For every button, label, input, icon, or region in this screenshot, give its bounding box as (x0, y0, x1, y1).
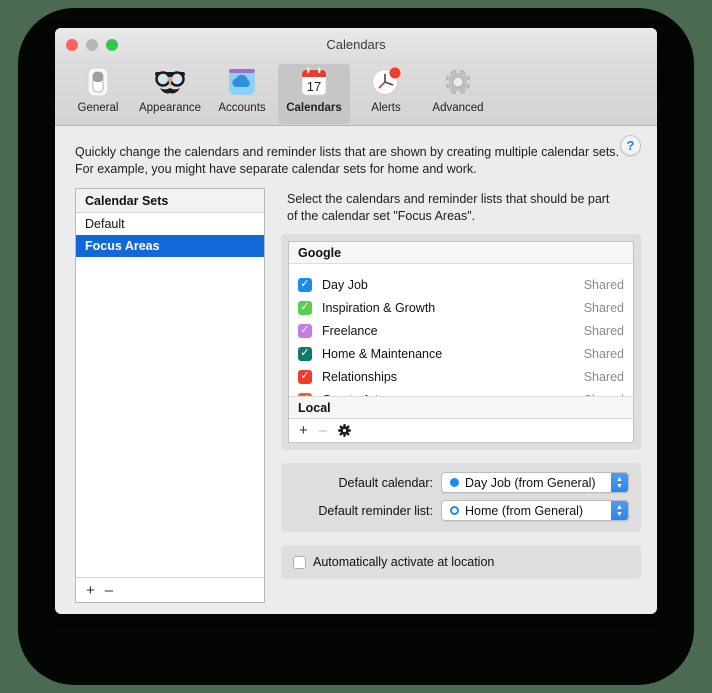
calendar-shared-badge: Shared (583, 346, 624, 361)
calendar-icon: 17 (296, 66, 332, 100)
toolbar-item-label: Accounts (218, 102, 266, 114)
calendar-checkbox[interactable]: ✓ (298, 300, 312, 315)
preferences-window: Calendars General Appearance Accounts 17… (55, 28, 657, 614)
calendar-name: Freelance (322, 323, 378, 338)
auto-activate-box: Automatically activate at location (281, 545, 641, 579)
toolbar-item-label: Appearance (138, 102, 202, 114)
default-reminder-value: Home (from General) (465, 503, 584, 518)
add-calendar-set-button[interactable]: + (86, 583, 95, 598)
toolbar-item-alerts[interactable]: Alerts (350, 64, 422, 124)
calendar-sets-header: Calendar Sets (76, 189, 264, 213)
calendar-list-footer: + – (289, 418, 633, 442)
default-reminder-label: Default reminder list: (318, 503, 433, 518)
clock-icon (368, 66, 404, 100)
calendar-shared-badge: Shared (584, 393, 624, 397)
table-row[interactable]: ✓ Day Job Shared (289, 273, 633, 296)
calendar-checkbox[interactable]: ✓ (298, 346, 312, 361)
table-row[interactable]: ✓ Relationships Shared (289, 365, 633, 388)
table-row[interactable]: ✓ Home & Maintenance Shared (289, 342, 633, 365)
window-title: Calendars (326, 37, 386, 52)
calendar-list: Google ✓ Shared ✓ Day Job Shared (288, 241, 634, 443)
default-reminder-row: Default reminder list: Home (from Genera… (293, 500, 629, 521)
default-reminder-select[interactable]: Home (from General) ▲ ▼ (441, 500, 629, 521)
calendar-list-box: Google ✓ Shared ✓ Day Job Shared (281, 234, 641, 450)
default-calendar-value: Day Job (from General) (465, 475, 596, 490)
calendar-checkbox[interactable]: ✓ (298, 392, 312, 396)
remove-calendar-button[interactable]: – (319, 423, 327, 438)
calendar-name: Create Art (322, 393, 584, 397)
preferences-toolbar: General Appearance Accounts 17 Calendars… (55, 64, 657, 126)
calendar-sets-panel: Calendar Sets Default Focus Areas + – (75, 188, 265, 603)
calendar-shared-badge: Shared (583, 300, 624, 315)
reminder-color-dot (450, 506, 459, 515)
default-calendar-select[interactable]: Day Job (from General) ▲ ▼ (441, 472, 629, 493)
calendar-sets-footer: + – (76, 577, 264, 602)
toolbar-item-label: Advanced (432, 102, 484, 114)
calendar-list-scroll[interactable]: ✓ Shared ✓ Day Job Shared ✓ Inspiration … (289, 264, 633, 396)
default-calendar-row: Default calendar: Day Job (from General)… (293, 472, 629, 493)
switch-icon (80, 66, 116, 100)
calendar-shared-badge: Shared (583, 277, 624, 292)
defaults-box: Default calendar: Day Job (from General)… (281, 463, 641, 532)
calendar-checkbox[interactable]: ✓ (298, 277, 312, 292)
gear-icon[interactable] (338, 424, 352, 437)
calendar-name: Inspiration & Growth (322, 300, 436, 315)
calendar-name: Relationships (322, 369, 398, 384)
remove-calendar-set-button[interactable]: – (105, 583, 113, 598)
toolbar-item-general[interactable]: General (62, 64, 134, 124)
help-button[interactable]: ? (620, 135, 641, 156)
group-header-local: Local (289, 396, 633, 418)
calendar-shared-badge: Shared (583, 369, 624, 384)
description-line-2: For example, you might have separate cal… (75, 162, 477, 176)
auto-activate-checkbox[interactable] (293, 555, 306, 569)
preferences-body: Calendar Sets Default Focus Areas + – Se… (55, 188, 657, 603)
toolbar-item-advanced[interactable]: Advanced (422, 64, 494, 124)
add-calendar-button[interactable]: + (299, 423, 308, 438)
chevron-updown-icon[interactable]: ▲ ▼ (611, 473, 628, 492)
list-item[interactable]: Default (76, 213, 264, 235)
calendar-name: Home & Maintenance (322, 346, 443, 361)
group-header-google: Google (289, 242, 633, 264)
auto-activate-label: Automatically activate at location (313, 555, 495, 569)
description-area: Quickly change the calendars and reminde… (55, 126, 657, 188)
table-row[interactable]: ✓ Inspiration & Growth Shared (289, 296, 633, 319)
chevron-updown-icon[interactable]: ▲ ▼ (611, 501, 628, 520)
calendar-selection-column: Select the calendars and reminder lists … (281, 188, 641, 603)
toolbar-item-appearance[interactable]: Appearance (134, 64, 206, 124)
calendar-shared-badge: Shared (583, 323, 624, 338)
calendar-checkbox[interactable]: ✓ (298, 369, 312, 384)
list-item[interactable]: Focus Areas (76, 235, 264, 257)
description-line-1: Quickly change the calendars and reminde… (75, 145, 620, 159)
table-row[interactable]: ✓ Create Art Shared (289, 388, 633, 396)
selection-line-1: Select the calendars and reminder lists … (287, 192, 610, 206)
window-titlebar: Calendars (55, 28, 657, 64)
cloud-icon (224, 66, 260, 100)
selection-line-2: of the calendar set "Focus Areas". (287, 209, 476, 223)
selection-instructions: Select the calendars and reminder lists … (281, 188, 641, 234)
glasses-icon (152, 66, 188, 100)
gear-icon (440, 66, 476, 100)
calendar-sets-list[interactable]: Default Focus Areas (76, 213, 264, 577)
calendar-color-dot (450, 478, 459, 487)
calendar-name: Day Job (322, 277, 368, 292)
toolbar-item-label: Calendars (286, 102, 342, 114)
toolbar-item-accounts[interactable]: Accounts (206, 64, 278, 124)
svg-text:17: 17 (307, 79, 321, 94)
table-row[interactable]: ✓ Freelance Shared (289, 319, 633, 342)
default-calendar-label: Default calendar: (338, 475, 433, 490)
calendar-checkbox[interactable]: ✓ (298, 323, 312, 338)
toolbar-item-label: General (77, 102, 119, 114)
toolbar-item-label: Alerts (371, 102, 401, 114)
table-row[interactable]: ✓ Shared (289, 264, 633, 273)
toolbar-item-calendars[interactable]: 17 Calendars (278, 64, 350, 124)
